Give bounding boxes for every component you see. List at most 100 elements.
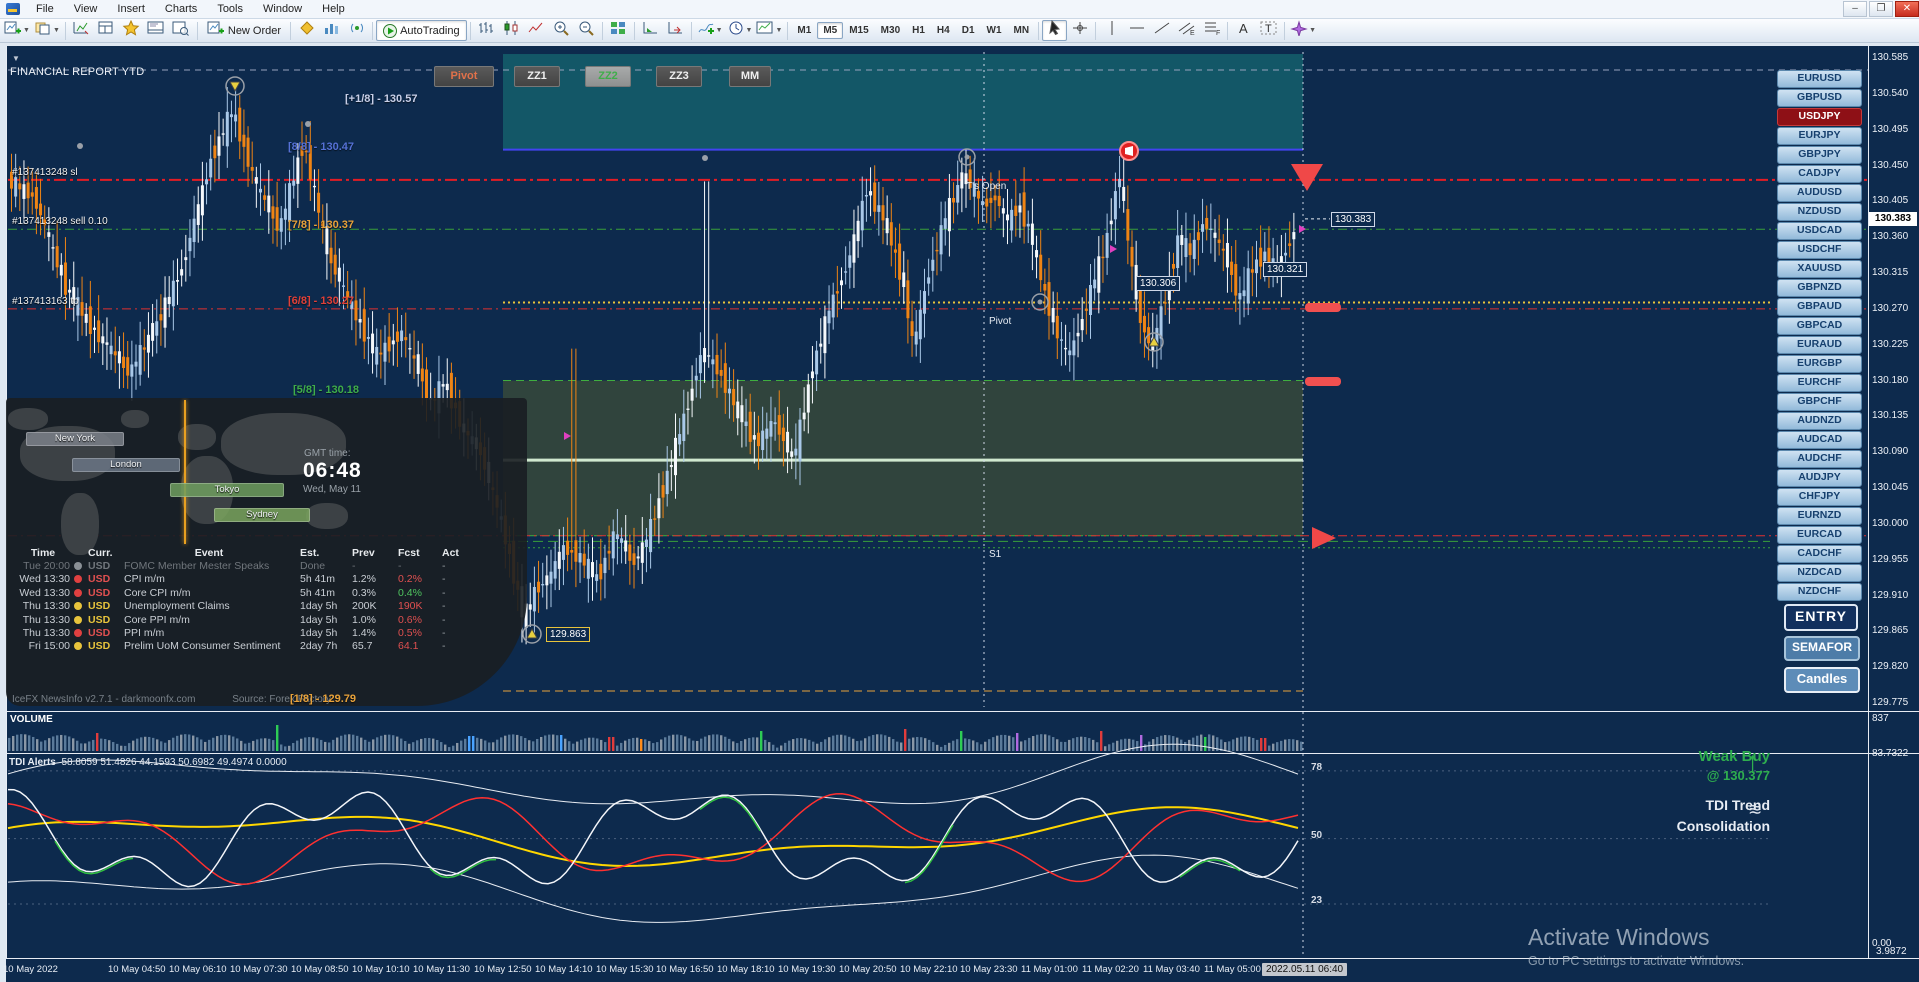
symbol-button-audcad[interactable]: AUDCAD: [1777, 431, 1862, 449]
menu-item-file[interactable]: File: [26, 1, 64, 17]
templates-button[interactable]: ▼: [754, 20, 784, 41]
navigator-button[interactable]: [119, 19, 144, 41]
news-footer: IceFX NewsInfo v2.7.1 - darkmoonfx.com S…: [12, 694, 512, 705]
timeframe-m1[interactable]: M1: [791, 22, 817, 39]
symbol-button-audusd[interactable]: AUDUSD: [1777, 184, 1862, 202]
candlesticks-button[interactable]: [499, 20, 524, 41]
one-click-trading-expander[interactable]: ▼: [12, 54, 20, 63]
chart-button-zz3[interactable]: ZZ3: [656, 66, 702, 87]
candles-button[interactable]: Candles: [1784, 667, 1860, 693]
auto-scroll-button[interactable]: [638, 20, 663, 41]
symbol-button-usdjpy[interactable]: USDJPY: [1777, 108, 1862, 126]
symbol-button-chfjpy[interactable]: CHFJPY: [1777, 488, 1862, 506]
entry-button[interactable]: ENTRY: [1784, 604, 1858, 631]
cursor-button[interactable]: [1042, 19, 1068, 41]
profiles-button[interactable]: ▼: [32, 20, 62, 41]
symbol-button-gbpusd[interactable]: GBPUSD: [1777, 89, 1862, 107]
timeframe-m15[interactable]: M15: [843, 22, 874, 39]
symbol-button-usdchf[interactable]: USDCHF: [1777, 241, 1862, 259]
symbol-button-euraud[interactable]: EURAUD: [1777, 336, 1862, 354]
market-depth-button[interactable]: [319, 20, 344, 41]
timeframe-m5[interactable]: M5: [817, 22, 844, 39]
symbol-button-usdcad[interactable]: USDCAD: [1777, 222, 1862, 240]
symbol-button-gbpaud[interactable]: GBPAUD: [1777, 298, 1862, 316]
symbol-button-eurjpy[interactable]: EURJPY: [1777, 127, 1862, 145]
menu-item-insert[interactable]: Insert: [107, 1, 155, 17]
symbol-button-gbpchf[interactable]: GBPCHF: [1777, 393, 1862, 411]
chart-button-zz1[interactable]: ZZ1: [514, 66, 560, 87]
market-watch-button[interactable]: [69, 20, 94, 41]
zoom-out-button[interactable]: [574, 20, 599, 41]
maximize-button[interactable]: ❐: [1869, 1, 1893, 17]
chart-button-mm[interactable]: MM: [729, 66, 771, 87]
symbol-button-gbpcad[interactable]: GBPCAD: [1777, 317, 1862, 335]
zoom-in-button[interactable]: [549, 20, 574, 41]
text-label-button[interactable]: T: [1256, 20, 1281, 41]
timeframe-m30[interactable]: M30: [875, 22, 906, 39]
strategy-tester-button[interactable]: [169, 20, 194, 41]
price-scale-tick: 130.495: [1872, 123, 1909, 135]
bar-chart-button[interactable]: [474, 20, 499, 41]
menu-item-window[interactable]: Window: [253, 1, 312, 17]
order-line-label[interactable]: #137413163 tp: [12, 296, 79, 307]
trendline-button[interactable]: [1149, 20, 1174, 41]
chart-button-zz2[interactable]: ZZ2: [585, 66, 631, 87]
metaeditor-button[interactable]: [294, 20, 319, 41]
symbol-button-eurcad[interactable]: EURCAD: [1777, 526, 1862, 544]
timeframe-w1[interactable]: W1: [981, 22, 1008, 39]
crosshair-button[interactable]: [1067, 20, 1092, 41]
timeframe-h4[interactable]: H4: [931, 22, 956, 39]
order-line-label[interactable]: #137413248 sell 0.10: [12, 216, 108, 227]
autotrading-button[interactable]: AutoTrading: [376, 20, 467, 41]
symbol-button-nzdusd[interactable]: NZDUSD: [1777, 203, 1862, 221]
symbol-button-xauusd[interactable]: XAUUSD: [1777, 260, 1862, 278]
chart-button-pivot[interactable]: Pivot: [434, 66, 494, 87]
menu-item-help[interactable]: Help: [312, 1, 355, 17]
periods-button[interactable]: ▼: [725, 20, 755, 41]
symbol-button-gbpnzd[interactable]: GBPNZD: [1777, 279, 1862, 297]
timeframe-d1[interactable]: D1: [956, 22, 981, 39]
symbol-button-nzdcad[interactable]: NZDCAD: [1777, 564, 1862, 582]
symbol-button-eurusd[interactable]: EURUSD: [1777, 70, 1862, 88]
trendline-icon: [1153, 20, 1171, 41]
equidistant-channel-button[interactable]: E: [1174, 20, 1199, 41]
menu-item-tools[interactable]: Tools: [207, 1, 253, 17]
timeframe-h1[interactable]: H1: [906, 22, 931, 39]
new-chart-button[interactable]: ▼: [2, 20, 32, 41]
symbol-button-nzdchf[interactable]: NZDCHF: [1777, 583, 1862, 601]
vertical-line-button[interactable]: [1099, 20, 1124, 41]
signals-button[interactable]: [344, 20, 369, 41]
close-button[interactable]: ✕: [1895, 1, 1919, 17]
line-chart-button[interactable]: [524, 20, 549, 41]
symbol-button-eurchf[interactable]: EURCHF: [1777, 374, 1862, 392]
terminal-button[interactable]: [144, 20, 169, 41]
fibonacci-button[interactable]: F: [1199, 20, 1224, 41]
text-button[interactable]: A: [1231, 20, 1256, 41]
resistance-pill-marker: [1305, 303, 1341, 312]
symbol-button-audnzd[interactable]: AUDNZD: [1777, 412, 1862, 430]
time-axis-label: 11 May 02:20: [1082, 964, 1139, 975]
symbol-button-eurgbp[interactable]: EURGBP: [1777, 355, 1862, 373]
symbol-button-cadchf[interactable]: CADCHF: [1777, 545, 1862, 563]
symbol-button-cadjpy[interactable]: CADJPY: [1777, 165, 1862, 183]
horizontal-line-button[interactable]: [1124, 20, 1149, 41]
menu-item-view[interactable]: View: [64, 1, 108, 17]
new-order-button[interactable]: New Order: [201, 20, 287, 41]
symbol-button-eurnzd[interactable]: EURNZD: [1777, 507, 1862, 525]
menu-item-charts[interactable]: Charts: [155, 1, 207, 17]
volume-panel-separator[interactable]: [6, 711, 1919, 712]
symbol-button-gbpjpy[interactable]: GBPJPY: [1777, 146, 1862, 164]
order-line-label[interactable]: #137413248 sl: [12, 167, 78, 178]
timeframe-mn[interactable]: MN: [1008, 22, 1036, 39]
semafor-button[interactable]: SEMAFOR: [1784, 636, 1860, 661]
arrows-button[interactable]: ▼: [1288, 20, 1318, 41]
impact-dot: [74, 588, 82, 597]
data-window-button[interactable]: [94, 20, 119, 41]
gmt-time-label: GMT time:: [304, 448, 351, 459]
chart-shift-button[interactable]: [663, 20, 688, 41]
tile-windows-button[interactable]: [606, 20, 631, 41]
symbol-button-audjpy[interactable]: AUDJPY: [1777, 469, 1862, 487]
indicators-button[interactable]: ▼: [695, 20, 725, 41]
minimize-button[interactable]: –: [1843, 1, 1867, 17]
symbol-button-audchf[interactable]: AUDCHF: [1777, 450, 1862, 468]
